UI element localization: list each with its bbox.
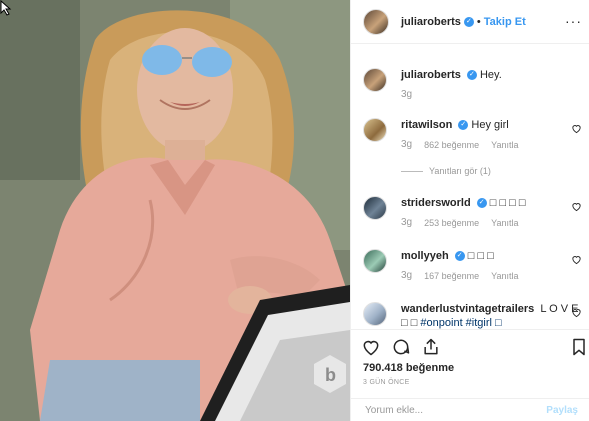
- comment-username[interactable]: juliaroberts: [401, 69, 461, 81]
- comment-likes[interactable]: 862 beğenme: [424, 138, 479, 152]
- verified-icon: ✓: [458, 120, 469, 131]
- comment-time[interactable]: 3g: [401, 138, 412, 152]
- likes-count[interactable]: 790.418 beğenme: [363, 362, 454, 374]
- avatar[interactable]: [363, 302, 387, 326]
- action-bar: [351, 329, 589, 366]
- comment-time[interactable]: 3g: [401, 88, 412, 102]
- comment-text: □ □ □ □: [489, 197, 526, 209]
- comment-heart-icon[interactable]: [571, 254, 582, 265]
- avatar[interactable]: [363, 68, 387, 92]
- reply-button[interactable]: Yanıtla: [491, 216, 518, 230]
- comment-icon[interactable]: [391, 337, 411, 357]
- avatar[interactable]: [363, 196, 387, 220]
- comment-text: Hey.: [479, 69, 502, 81]
- avatar[interactable]: [363, 249, 387, 273]
- bookmark-icon[interactable]: [569, 337, 589, 357]
- comment-text: Hey girl: [471, 119, 509, 131]
- reply-button[interactable]: Yanıtla: [491, 269, 518, 283]
- separator-dot: •: [476, 15, 481, 28]
- heart-icon[interactable]: [361, 337, 381, 357]
- post-header: juliaroberts ✓ • Takip Et ···: [351, 0, 589, 44]
- avatar[interactable]: [363, 118, 387, 142]
- comment-hashtags[interactable]: #onpoint #itgirl □: [420, 317, 501, 329]
- mouse-cursor-icon: [0, 0, 12, 16]
- verified-icon: ✓: [463, 16, 474, 27]
- comment-time[interactable]: 3g: [401, 216, 412, 230]
- post-button[interactable]: Paylaş: [546, 405, 578, 416]
- comment-item: stridersworld ✓ □ □ □ □ 3g 253 beğenme Ya…: [363, 196, 588, 230]
- post-photo[interactable]: b: [0, 0, 350, 421]
- comment-heart-icon[interactable]: [571, 201, 582, 212]
- comment-time[interactable]: 3g: [401, 269, 412, 283]
- post-date[interactable]: 3 GÜN ÖNCE: [363, 379, 410, 386]
- view-replies-button[interactable]: Yanıtları gör (1): [401, 166, 491, 176]
- svg-text:b: b: [325, 365, 336, 385]
- comment-text: □ □ □: [467, 250, 494, 262]
- reply-button[interactable]: Yanıtla: [491, 138, 518, 152]
- comments-list[interactable]: juliaroberts ✓ Hey. 3g ritawilson ✓ Hey gi…: [351, 44, 589, 329]
- divider: [401, 170, 423, 172]
- comment-likes[interactable]: 167 beğenme: [424, 269, 479, 283]
- comment-heart-icon[interactable]: [571, 307, 582, 318]
- comment-item: wanderlustvintagetrailers L O V E □ □ #o…: [363, 302, 588, 329]
- share-icon[interactable]: [421, 337, 441, 357]
- comment-username[interactable]: mollyyeh: [401, 250, 449, 262]
- verified-icon: ✓: [476, 198, 487, 209]
- photo-illustration: b: [0, 0, 350, 421]
- comment-item: ritawilson ✓ Hey girl 3g 862 beğenme Yanı…: [363, 118, 588, 152]
- comment-username[interactable]: wanderlustvintagetrailers: [401, 303, 534, 315]
- more-icon[interactable]: ···: [565, 13, 582, 29]
- follow-button[interactable]: Takip Et: [484, 16, 526, 28]
- comment-likes[interactable]: 253 beğenme: [424, 216, 479, 230]
- verified-icon: ✓: [466, 70, 477, 81]
- add-comment-bar: Paylaş: [351, 398, 589, 421]
- verified-icon: ✓: [454, 251, 465, 262]
- comment-username[interactable]: stridersworld: [401, 197, 471, 209]
- post-panel: juliaroberts ✓ • Takip Et ··· juliarober…: [350, 0, 589, 421]
- comment-username[interactable]: ritawilson: [401, 119, 452, 131]
- comment-input[interactable]: [363, 403, 537, 417]
- view-replies-label: Yanıtları gör (1): [429, 166, 491, 176]
- caption-item: juliaroberts ✓ Hey. 3g: [363, 68, 588, 102]
- comment-heart-icon[interactable]: [571, 123, 582, 134]
- author-avatar[interactable]: [363, 8, 389, 35]
- comment-item: mollyyeh ✓ □ □ □ 3g 167 beğenme Yanıtla: [363, 249, 588, 283]
- author-username[interactable]: juliaroberts: [401, 16, 461, 28]
